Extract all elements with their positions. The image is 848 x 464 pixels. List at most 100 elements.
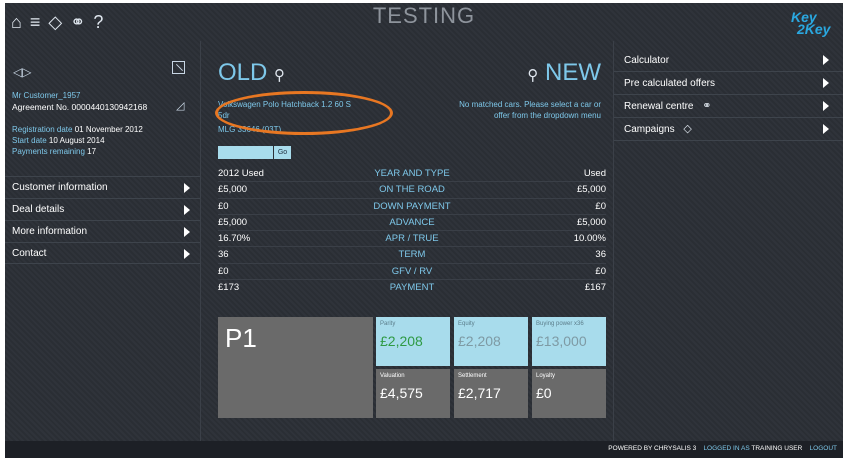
valuation-value: £4,575 xyxy=(380,385,423,401)
equity-value: £2,208 xyxy=(458,333,501,349)
new-message-line2: offer from the dropdown menu xyxy=(493,111,601,120)
chevron-right-icon xyxy=(823,55,829,65)
row-label: ADVANCE xyxy=(389,216,435,228)
equity-label: Equity xyxy=(458,321,475,327)
menu-item-label: Contact xyxy=(12,248,47,259)
start-date-line: Start date 10 August 2014 xyxy=(12,136,105,145)
p1-tile[interactable]: P1 xyxy=(218,317,373,418)
cars-icon: ⚭ xyxy=(702,100,712,112)
search-old-icon[interactable]: ⚲ xyxy=(274,67,285,84)
menu-deal-details[interactable]: Deal details xyxy=(5,198,200,220)
new-value: £167 xyxy=(584,282,606,294)
menu-more-information[interactable]: More information xyxy=(5,220,200,242)
new-heading: ⚲ NEW xyxy=(527,59,601,87)
table-row: £0 GFV / RV £0 xyxy=(218,264,606,281)
logged-in-label: LOGGED IN AS xyxy=(703,445,750,452)
chevron-right-icon xyxy=(184,205,190,215)
payments-value: 17 xyxy=(87,147,97,156)
menu-item-label: More information xyxy=(12,226,88,237)
agreement-number: Agreement No. 0000440130942168 xyxy=(12,102,147,112)
prev-next-arrows-icon[interactable]: ◁▷ xyxy=(13,65,31,79)
comparison-table: 2012 Used YEAR AND TYPE Used £5,000 ON T… xyxy=(218,166,606,296)
equity-tile[interactable]: Equity £2,208 xyxy=(454,317,528,366)
settlement-tile[interactable]: Settlement £2,717 xyxy=(454,369,528,418)
table-row: £173 PAYMENT £167 xyxy=(218,280,606,296)
new-value: 36 xyxy=(595,249,606,261)
menu-item-label: Deal details xyxy=(12,204,65,215)
table-row: 16.70% APR / TRUE 10.00% xyxy=(218,231,606,248)
menu-customer-information[interactable]: Customer information xyxy=(5,176,200,198)
app-window: ⌂ ≡ ◇ ⚭ ? TESTING Key 2Key ◁▷ Mr Custome… xyxy=(5,3,843,458)
parity-label: Parity xyxy=(380,321,396,327)
table-row: 2012 Used YEAR AND TYPE Used xyxy=(218,166,606,183)
go-button[interactable]: Go xyxy=(274,146,291,159)
customer-name: Mr Customer_1957 xyxy=(12,91,81,100)
row-label: APR / TRUE xyxy=(385,233,439,245)
chevron-right-icon xyxy=(823,124,829,134)
table-row: £0 DOWN PAYMENT £0 xyxy=(218,199,606,215)
registration-search-input[interactable] xyxy=(218,146,273,159)
loyalty-tile[interactable]: Loyalty £0 xyxy=(532,369,606,418)
expand-icon[interactable] xyxy=(172,61,185,74)
settlement-value: £2,717 xyxy=(458,385,501,401)
payments-remaining-line: Payments remaining 17 xyxy=(12,147,96,156)
new-value: 10.00% xyxy=(573,233,606,245)
row-label: DOWN PAYMENT xyxy=(373,200,451,212)
logout-link[interactable]: LOGOUT xyxy=(810,445,837,452)
old-heading: OLD ⚲ xyxy=(218,59,285,87)
start-label: Start date xyxy=(12,136,47,145)
new-message-line1: No matched cars. Please select a car or xyxy=(459,100,601,109)
valuation-label: Valuation xyxy=(380,373,405,379)
row-label: GFV / RV xyxy=(391,265,433,277)
new-value: £0 xyxy=(595,265,606,277)
buying-power-value: £13,000 xyxy=(536,333,587,349)
registration-label: Registration date xyxy=(12,125,73,134)
top-bar: ⌂ ≡ ◇ ⚭ ? TESTING Key 2Key xyxy=(5,3,843,41)
edit-corner-icon[interactable]: ◿ xyxy=(176,99,184,112)
new-value: £5,000 xyxy=(576,184,606,196)
row-label: PAYMENT xyxy=(389,282,435,294)
new-car-message: No matched cars. Please select a car or … xyxy=(401,99,601,121)
tag-icon: ◇ xyxy=(683,123,692,135)
chevron-right-icon xyxy=(184,249,190,259)
loyalty-value: £0 xyxy=(536,385,552,401)
menu-item-label: Pre calculated offers xyxy=(624,78,715,89)
logged-in-user: TRAINING USER xyxy=(751,445,803,452)
menu-contact[interactable]: Contact xyxy=(5,242,200,264)
agreement-label: Agreement No. xyxy=(12,102,70,112)
registration-value: 01 November 2012 xyxy=(74,125,143,134)
footer-status: POWERED BY CHRYSALIS 3 LOGGED IN AS TRAI… xyxy=(608,445,837,452)
row-label: ON THE ROAD xyxy=(379,184,445,196)
new-label: NEW xyxy=(545,59,601,86)
payments-label: Payments remaining xyxy=(12,147,85,156)
parity-tile[interactable]: Parity £2,208 xyxy=(376,317,450,366)
registration-date-line: Registration date 01 November 2012 xyxy=(12,125,143,134)
menu-pre-calculated-offers[interactable]: Pre calculated offers xyxy=(614,72,843,95)
row-label: TERM xyxy=(398,249,426,261)
powered-by: POWERED BY CHRYSALIS 3 xyxy=(608,445,697,452)
tools-panel: Calculator Pre calculated offers Renewal… xyxy=(614,41,843,441)
p1-label: P1 xyxy=(225,323,257,353)
left-menu: Customer information Deal details More i… xyxy=(5,176,200,264)
app-title: TESTING xyxy=(372,3,476,28)
menu-renewal-centre[interactable]: Renewal centre ⚭ xyxy=(614,95,843,118)
new-value: Used xyxy=(583,168,606,179)
chevron-right-icon xyxy=(184,183,190,193)
comparison-panel: OLD ⚲ ⚲ NEW Volkswagen Polo Hatchback 1.… xyxy=(200,41,614,441)
menu-calculator[interactable]: Calculator xyxy=(614,49,843,72)
right-menu: Calculator Pre calculated offers Renewal… xyxy=(614,49,843,141)
old-label: OLD xyxy=(218,59,268,86)
valuation-tile[interactable]: Valuation £4,575 xyxy=(376,369,450,418)
customer-panel: ◁▷ Mr Customer_1957 Agreement No. 000044… xyxy=(5,41,200,441)
menu-item-label: Customer information xyxy=(12,182,108,193)
table-row: 36 TERM 36 xyxy=(218,247,606,264)
menu-campaigns[interactable]: Campaigns ◇ xyxy=(614,118,843,141)
buying-power-tile[interactable]: Buying power x36 £13,000 xyxy=(532,317,606,366)
key2key-logo: Key 2Key xyxy=(789,9,837,37)
settlement-label: Settlement xyxy=(458,373,487,379)
menu-item-label: Campaigns xyxy=(624,124,675,136)
search-new-icon[interactable]: ⚲ xyxy=(527,67,538,84)
chevron-right-icon xyxy=(823,101,829,111)
new-value: £5,000 xyxy=(576,216,606,228)
table-row: £5,000 ADVANCE £5,000 xyxy=(218,215,606,232)
